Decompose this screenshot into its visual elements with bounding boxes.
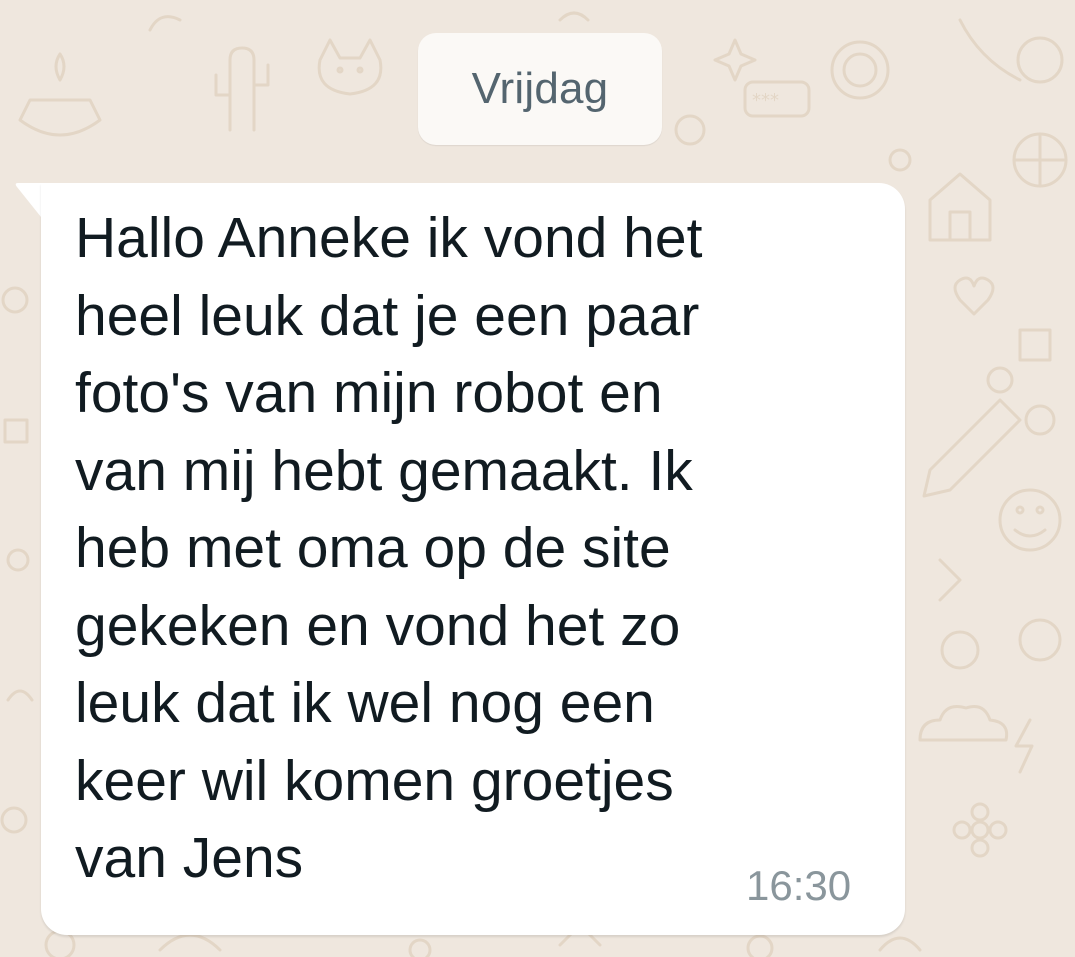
message-line: leuk dat ik wel nog een [75,671,655,735]
message-line: gekeken en vond het zo [75,593,681,658]
message-line: foto's van mijn robot en [75,361,663,425]
message-line: van mij hebt gemaakt. Ik [75,438,693,503]
date-separator-chip: Vrijdag [418,33,662,145]
message-line: keer wil komen groetjes [75,748,674,813]
message-line: heb met oma op de site [75,516,671,580]
message-text: Hallo Anneke ik vond het heel leuk dat j… [75,200,835,898]
message-line: Hallo Anneke ik vond het [75,206,703,270]
message-timestamp: 16:30 [746,862,852,909]
message-line: heel leuk dat je een paar [75,283,700,348]
svg-text:***: *** [752,90,779,111]
message-line: van Jens [75,826,304,890]
date-separator-label: Vrijdag [471,64,609,113]
